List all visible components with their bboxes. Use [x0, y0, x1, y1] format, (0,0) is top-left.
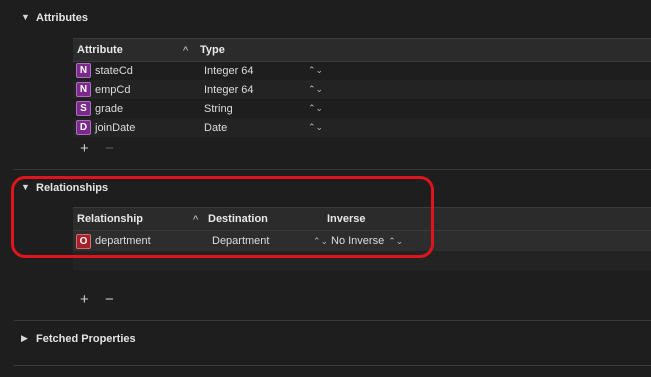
table-row[interactable]: D joinDate Date ⌃⌄: [73, 118, 651, 137]
string-type-icon: S: [76, 101, 91, 116]
attribute-name[interactable]: grade: [95, 103, 204, 115]
up-down-chevron-icon[interactable]: ⌃⌄: [308, 122, 323, 133]
attribute-type-select[interactable]: Integer 64: [204, 65, 308, 77]
type-column-header[interactable]: Type: [200, 44, 225, 56]
sort-ascending-icon: ^: [183, 45, 189, 57]
date-type-icon: D: [76, 120, 91, 135]
number-type-icon: N: [76, 82, 91, 97]
section-divider: [14, 365, 651, 366]
attributes-table-header: Attribute ^ Type: [73, 38, 651, 62]
section-divider: [14, 169, 651, 170]
attribute-name[interactable]: empCd: [95, 84, 204, 96]
up-down-chevron-icon[interactable]: ⌃⌄: [308, 65, 323, 76]
add-relationship-button[interactable]: +: [80, 291, 89, 308]
table-row[interactable]: N empCd Integer 64 ⌃⌄: [73, 80, 651, 99]
remove-relationship-button[interactable]: −: [105, 291, 114, 308]
table-row[interactable]: S grade String ⌃⌄: [73, 99, 651, 118]
attribute-type-select[interactable]: String: [204, 103, 308, 115]
fetched-properties-disclosure-icon[interactable]: ▶: [21, 333, 28, 344]
attribute-name[interactable]: joinDate: [95, 122, 204, 134]
up-down-chevron-icon[interactable]: ⌃⌄: [308, 103, 323, 114]
fetched-properties-section-title: Fetched Properties: [36, 333, 136, 345]
attributes-section-title: Attributes: [36, 12, 88, 24]
attribute-column-header[interactable]: Attribute: [77, 44, 123, 56]
highlight-annotation: [11, 176, 434, 258]
add-attribute-button[interactable]: +: [80, 140, 89, 157]
up-down-chevron-icon[interactable]: ⌃⌄: [308, 84, 323, 95]
remove-attribute-button[interactable]: −: [105, 140, 114, 157]
attributes-disclosure-icon[interactable]: ▼: [21, 12, 30, 22]
attribute-type-select[interactable]: Integer 64: [204, 84, 308, 96]
table-row[interactable]: N stateCd Integer 64 ⌃⌄: [73, 61, 651, 80]
empty-row: [73, 270, 651, 289]
attributes-table-body: N stateCd Integer 64 ⌃⌄ N empCd Integer …: [73, 61, 651, 137]
section-divider: [14, 320, 651, 321]
attribute-type-select[interactable]: Date: [204, 122, 308, 134]
attribute-name[interactable]: stateCd: [95, 65, 204, 77]
number-type-icon: N: [76, 63, 91, 78]
